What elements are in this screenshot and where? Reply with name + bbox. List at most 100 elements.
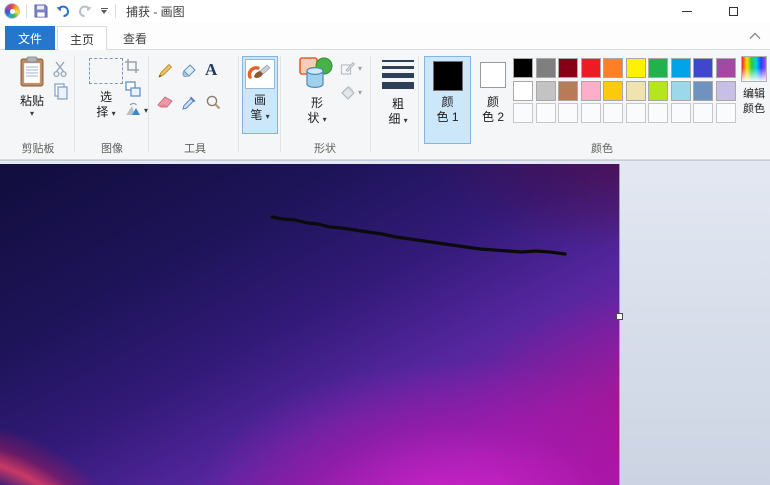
palette-swatch[interactable] bbox=[535, 58, 556, 78]
tab-view[interactable]: 查看 bbox=[109, 26, 161, 50]
magnifier-tool[interactable] bbox=[204, 94, 222, 112]
palette-swatch[interactable] bbox=[513, 58, 533, 78]
select-button[interactable]: 选 择 ▾ bbox=[86, 58, 126, 121]
palette-swatch[interactable] bbox=[693, 80, 713, 101]
palette-swatch[interactable] bbox=[513, 80, 533, 101]
palette-swatch[interactable] bbox=[558, 80, 578, 101]
palette-empty-slot[interactable] bbox=[625, 103, 646, 123]
palette-swatch[interactable] bbox=[625, 80, 646, 101]
brushes-button[interactable]: 画 笔 ▾ bbox=[242, 56, 278, 134]
collapse-ribbon-button[interactable] bbox=[744, 26, 766, 46]
palette-swatch[interactable] bbox=[670, 80, 691, 101]
undo-icon[interactable] bbox=[55, 3, 71, 19]
palette-empty-slot[interactable] bbox=[693, 103, 713, 123]
palette-swatch[interactable] bbox=[603, 80, 623, 101]
pencil-tool[interactable] bbox=[156, 62, 174, 80]
palette-swatch[interactable] bbox=[625, 58, 646, 78]
workspace bbox=[0, 160, 770, 485]
rotate-icon bbox=[126, 103, 140, 115]
line-width-icon bbox=[382, 60, 414, 89]
copy-button[interactable] bbox=[52, 82, 70, 100]
palette-swatch[interactable] bbox=[693, 58, 713, 78]
palette-empty-slot[interactable] bbox=[715, 103, 736, 123]
palette-swatch[interactable] bbox=[715, 58, 736, 78]
maximize-button[interactable] bbox=[710, 0, 756, 22]
paste-button[interactable]: 粘贴 ▾ bbox=[10, 56, 54, 118]
palette-swatch[interactable] bbox=[558, 58, 578, 78]
brushes-label-line1: 画 bbox=[253, 93, 266, 107]
copy-icon bbox=[54, 83, 68, 100]
palette-swatch[interactable] bbox=[580, 58, 601, 78]
shape-outline-button[interactable]: ▾ bbox=[340, 60, 362, 76]
customize-toolbar-icon[interactable] bbox=[99, 8, 109, 14]
shapes-label-line2: 状 ▾ bbox=[307, 111, 327, 125]
paint-window: 捕获 - 画图 文件 主页 查看 粘贴 ▾ 剪贴板 选 择 ▾ ▾ 图像 A 工… bbox=[0, 0, 770, 485]
edit-colors-label-line2: 颜色 bbox=[743, 103, 765, 115]
group-divider bbox=[370, 56, 371, 152]
dropdown-arrow-icon: ▾ bbox=[111, 109, 116, 118]
tab-file[interactable]: 文件 bbox=[5, 26, 55, 50]
palette-swatch[interactable] bbox=[580, 80, 601, 101]
group-divider bbox=[418, 56, 419, 152]
image-group-label: 图像 bbox=[101, 143, 123, 155]
color1-button[interactable]: 颜 色 1 bbox=[424, 56, 471, 144]
palette-swatch[interactable] bbox=[648, 80, 668, 101]
size-button[interactable]: 粗 细 ▾ bbox=[378, 60, 418, 128]
save-icon[interactable] bbox=[33, 3, 49, 19]
redo-icon[interactable] bbox=[77, 3, 93, 19]
dropdown-arrow-icon: ▾ bbox=[358, 87, 363, 97]
crop-icon bbox=[125, 59, 139, 73]
color-picker-tool[interactable] bbox=[180, 94, 198, 112]
palette-empty-slot[interactable] bbox=[513, 103, 533, 123]
ribbon: 粘贴 ▾ 剪贴板 选 择 ▾ ▾ 图像 A 工具 画 笔 ▾ 形 状 ▾ ▾ ▾… bbox=[0, 50, 770, 160]
tab-home[interactable]: 主页 bbox=[57, 26, 107, 51]
window-title: 捕获 - 画图 bbox=[126, 4, 185, 19]
palette-empty-slot[interactable] bbox=[603, 103, 623, 123]
select-label-line1: 选 bbox=[99, 90, 112, 104]
palette-empty-slot[interactable] bbox=[580, 103, 601, 123]
chevron-up-icon bbox=[749, 32, 761, 39]
drawing-canvas[interactable] bbox=[0, 164, 620, 485]
resize-button[interactable] bbox=[124, 80, 142, 98]
palette-empty-slot[interactable] bbox=[670, 103, 691, 123]
palette-empty-slot[interactable] bbox=[535, 103, 556, 123]
quick-access-toolbar: 捕获 - 画图 bbox=[4, 0, 185, 22]
palette-swatch[interactable] bbox=[603, 58, 623, 78]
clipboard-icon bbox=[20, 56, 44, 87]
eraser-tool[interactable] bbox=[156, 94, 174, 110]
palette-empty-slot[interactable] bbox=[648, 103, 668, 123]
color2-swatch bbox=[480, 62, 506, 88]
canvas-resize-handle[interactable] bbox=[616, 313, 623, 320]
shapes-group-label: 形状 bbox=[314, 143, 336, 155]
fill-tool[interactable] bbox=[180, 62, 198, 80]
dropdown-arrow-icon: ▾ bbox=[265, 112, 270, 121]
rotate-button[interactable]: ▾ bbox=[124, 102, 148, 118]
eyedropper-icon bbox=[182, 96, 196, 110]
scribble-layer bbox=[270, 215, 567, 256]
crop-button[interactable] bbox=[124, 58, 142, 76]
group-divider bbox=[148, 56, 149, 152]
edit-colors-button[interactable]: 编辑 颜色 bbox=[738, 56, 770, 117]
palette-empty-slot[interactable] bbox=[558, 103, 578, 123]
resize-icon bbox=[125, 81, 141, 97]
minimize-button[interactable] bbox=[664, 0, 710, 22]
edit-colors-label-line1: 编辑 bbox=[743, 88, 765, 100]
palette-swatch[interactable] bbox=[670, 58, 691, 78]
dropdown-arrow-icon: ▾ bbox=[144, 105, 149, 115]
color1-label-line1: 颜 bbox=[441, 95, 454, 109]
dropdown-arrow-icon: ▾ bbox=[29, 109, 34, 118]
scribble-line bbox=[270, 215, 567, 256]
ribbon-tab-bar: 文件 主页 查看 bbox=[0, 22, 770, 51]
text-tool[interactable]: A bbox=[205, 60, 217, 80]
palette-swatch[interactable] bbox=[715, 80, 736, 101]
shapes-button[interactable]: 形 状 ▾ bbox=[296, 56, 338, 127]
color2-button[interactable]: 颜 色 2 bbox=[475, 56, 511, 144]
group-divider bbox=[238, 56, 239, 152]
palette-swatch[interactable] bbox=[535, 80, 556, 101]
shape-fill-button[interactable]: ▾ bbox=[340, 84, 362, 100]
eraser-icon bbox=[157, 96, 173, 108]
cut-button[interactable] bbox=[52, 60, 70, 78]
tools-group-label: 工具 bbox=[184, 143, 206, 155]
palette-swatch[interactable] bbox=[648, 58, 668, 78]
paint-app-icon[interactable] bbox=[4, 3, 20, 19]
